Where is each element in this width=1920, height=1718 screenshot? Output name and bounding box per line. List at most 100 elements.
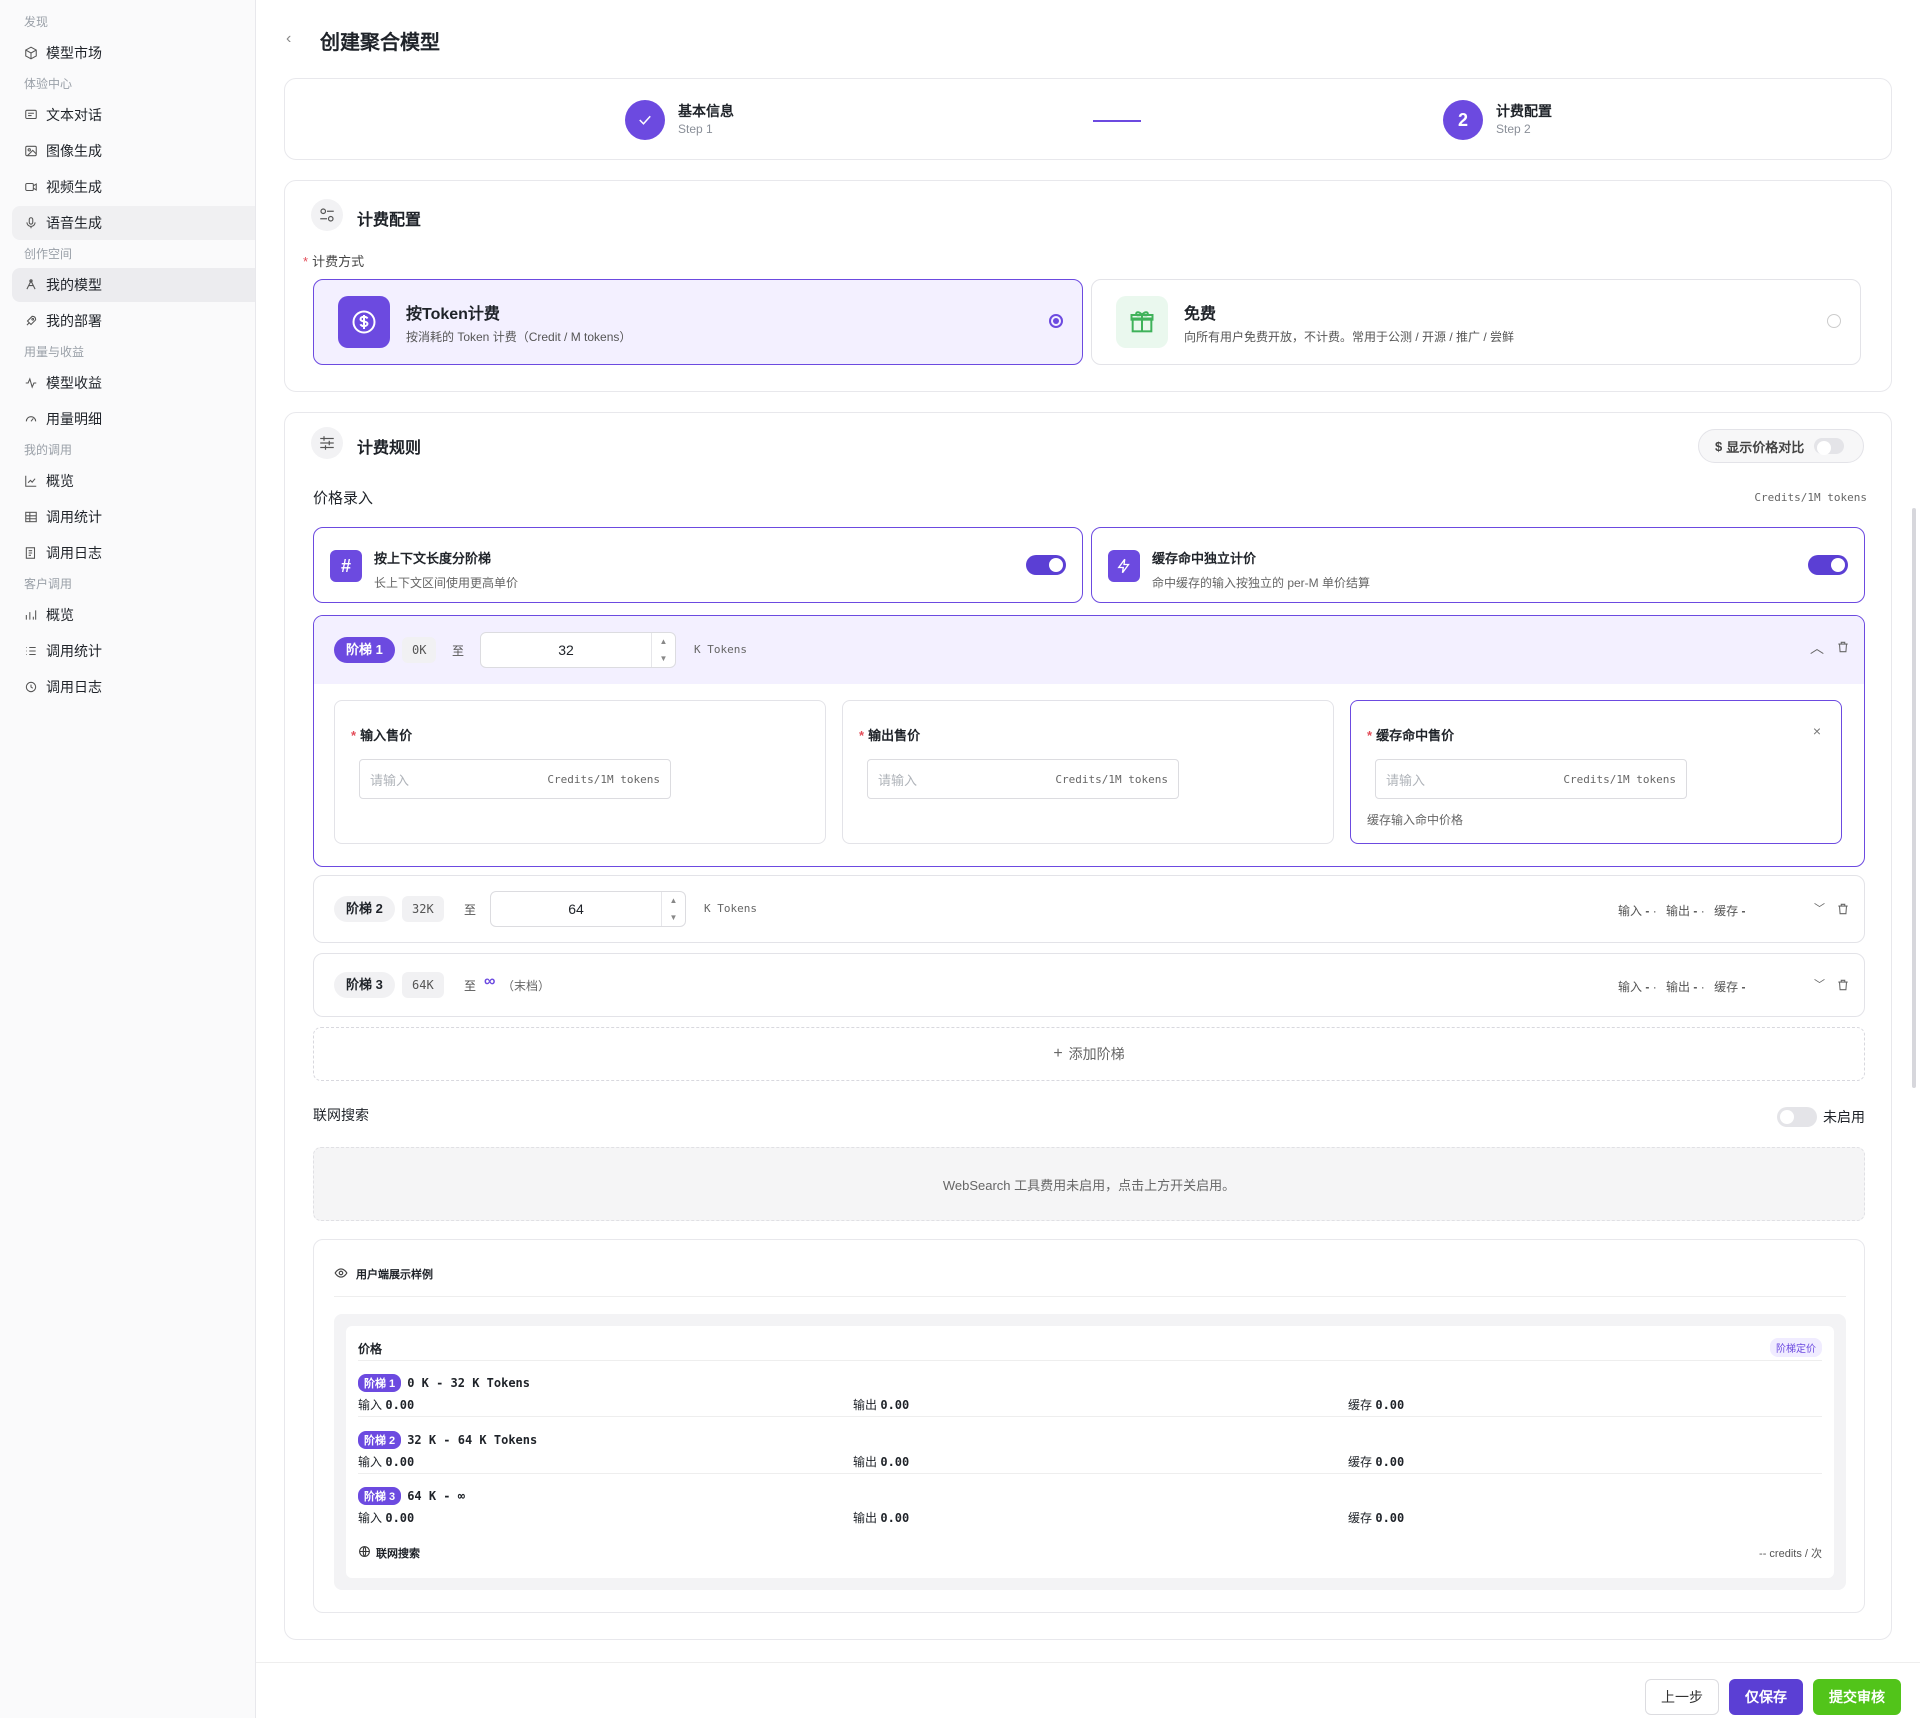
feature-context-tier[interactable]: # 按上下文长度分阶梯 长上下文区间使用更高单价: [313, 527, 1083, 603]
prev-button[interactable]: 上一步: [1645, 1679, 1719, 1715]
websearch-switch[interactable]: [1777, 1107, 1817, 1127]
tier-3-expand-icon[interactable]: ﹀: [1814, 976, 1825, 992]
tier-1-delete-icon[interactable]: [1836, 640, 1850, 657]
input-price-field[interactable]: 请输入 Credits/1M tokens: [359, 759, 671, 799]
chart-icon: [24, 474, 38, 488]
billing-method-label: * 计费方式: [303, 254, 365, 269]
sidebar-item[interactable]: 模型市场: [12, 36, 255, 70]
sidebar-item[interactable]: 我的模型: [12, 268, 255, 302]
add-tier-label: 添加阶梯: [1068, 1046, 1125, 1062]
tier-2-to: 至: [464, 903, 477, 917]
sidebar-item-label: 模型收益: [46, 375, 102, 391]
model-icon: [24, 278, 38, 292]
tier-2-stepper[interactable]: ▲ ▼: [661, 892, 685, 926]
log-icon: [24, 546, 38, 560]
sidebar-item[interactable]: 用量明细: [12, 402, 255, 436]
page-title: 创建聚合模型: [320, 32, 440, 54]
tier-2-unit: K Tokens: [704, 902, 757, 915]
scrollbar[interactable]: [1912, 508, 1916, 1088]
sidebar-item-label: 调用日志: [46, 545, 102, 561]
cache-price-field[interactable]: 请输入 Credits/1M tokens: [1375, 759, 1687, 799]
tier-3-summary: 输入 - · 输出 - · 缓存 -: [1618, 980, 1746, 994]
sidebar-item[interactable]: 文本对话: [12, 98, 255, 132]
feature-cache-switch[interactable]: [1808, 555, 1848, 575]
preview-row-3-cache: 缓存 0.00: [1348, 1511, 1405, 1525]
feature-context-switch[interactable]: [1026, 555, 1066, 575]
dollar-icon: [338, 296, 390, 348]
preview-websearch-label: 联网搜索: [376, 1548, 420, 1560]
preview-row-2-cache: 缓存 0.00: [1348, 1455, 1405, 1469]
output-price-label: * 输出售价: [859, 728, 921, 743]
video-icon: [24, 180, 38, 194]
step-2-sub: Step 2: [1496, 122, 1531, 136]
adjust-icon: [311, 427, 343, 459]
price-compare-toggle[interactable]: $ 显示价格对比: [1698, 429, 1864, 463]
sliders-icon: [311, 199, 343, 231]
sidebar-item-label: 概览: [46, 607, 74, 623]
tier-3-row[interactable]: 阶梯 3 64K 至 ∞ （末档） 输入 - · 输出 - · 缓存 - ﹀: [313, 953, 1865, 1017]
sidebar-item[interactable]: 概览: [12, 464, 255, 498]
tier-2-row[interactable]: 阶梯 2 32K 至 64 ▲ ▼ K Tokens 输入 - · 输出 - · …: [313, 875, 1865, 943]
sidebar-item-label: 概览: [46, 473, 74, 489]
option-token-billing[interactable]: 按Token计费 按消耗的 Token 计费（Credit / M tokens…: [313, 279, 1083, 365]
sidebar-item-label: 调用日志: [46, 679, 102, 695]
plus-icon: +: [1053, 1045, 1063, 1062]
sidebar-item[interactable]: 调用统计: [12, 634, 255, 668]
tier-2-badge: 阶梯 2: [334, 896, 395, 922]
tier-3-start: 64K: [402, 972, 444, 998]
preview-row-1-cache: 缓存 0.00: [1348, 1398, 1405, 1412]
sidebar-item-label: 视频生成: [46, 179, 102, 195]
tier-2-delete-icon[interactable]: [1836, 902, 1850, 919]
clock-icon: [24, 680, 38, 694]
sidebar-item[interactable]: 调用日志: [12, 536, 255, 570]
tier-3-infinity: ∞: [484, 973, 496, 990]
feature-context-desc: 长上下文区间使用更高单价: [374, 576, 519, 590]
sidebar-group-label: 体验中心: [24, 77, 73, 91]
cache-price-card: * 缓存命中售价 × 请输入 Credits/1M tokens 缓存输入命中价格: [1350, 700, 1842, 844]
submit-button[interactable]: 提交审核: [1813, 1679, 1901, 1715]
back-chevron-icon[interactable]: ‹: [286, 30, 291, 48]
sidebar-item[interactable]: 我的部署: [12, 304, 255, 338]
tier-1-panel: 阶梯 1 0K 至 32 ▲ ▼ K Tokens ︿ * 输入售价 请输入 Cred…: [313, 615, 1865, 867]
sidebar-item[interactable]: 模型收益: [12, 366, 255, 400]
tier-1-stepper[interactable]: ▲ ▼: [651, 633, 675, 667]
chat-icon: [24, 108, 38, 122]
tier-2-expand-icon[interactable]: ﹀: [1814, 900, 1825, 916]
close-icon[interactable]: ×: [1813, 723, 1821, 739]
sidebar-item[interactable]: 概览: [12, 598, 255, 632]
tier-2-start: 32K: [402, 896, 444, 922]
option-token-title: 按Token计费: [406, 306, 500, 323]
add-tier-button[interactable]: + 添加阶梯: [313, 1027, 1865, 1081]
tier-1-end-input[interactable]: 32 ▲ ▼: [480, 632, 676, 668]
sidebar-item[interactable]: 调用统计: [12, 500, 255, 534]
tier-3-tail: （末档）: [502, 979, 551, 993]
output-price-field[interactable]: 请输入 Credits/1M tokens: [867, 759, 1179, 799]
preview-divider-2: [358, 1360, 1822, 1361]
save-button[interactable]: 仅保存: [1729, 1679, 1803, 1715]
price-compare-label: 显示价格对比: [1726, 439, 1805, 455]
preview-row-2-in: 输入 0.00: [358, 1455, 415, 1469]
sidebar-item[interactable]: 图像生成: [12, 134, 255, 168]
sidebar-item[interactable]: 调用日志: [12, 670, 255, 704]
price-entry-label: 价格录入: [313, 490, 374, 507]
price-compare-switch[interactable]: [1814, 438, 1845, 455]
feature-cache-pricing[interactable]: 缓存命中独立计价 命中缓存的输入按独立的 per-M 单价结算: [1091, 527, 1865, 603]
tier-2-end-input[interactable]: 64 ▲ ▼: [490, 891, 686, 927]
bolt-icon: [1108, 550, 1140, 582]
main-area: ‹ 创建聚合模型 基本信息 Step 1 2 计费配置 Step 2 计费配置 …: [256, 0, 1920, 1718]
preview-title: 用户端展示样例: [356, 1269, 433, 1281]
preview-row-3-out: 输出 0.00: [853, 1511, 910, 1525]
gauge-icon: [24, 412, 38, 426]
option-free[interactable]: 免费 向所有用户免费开放，不计费。常用于公测 / 开源 / 推广 / 尝鲜: [1091, 279, 1861, 365]
tier-3-delete-icon[interactable]: [1836, 978, 1850, 995]
table-icon: [24, 510, 38, 524]
image-icon: [24, 144, 38, 158]
sidebar-item-label: 语音生成: [46, 215, 102, 231]
sidebar-item[interactable]: 语音生成: [12, 206, 255, 240]
preview-row-2-title: 阶梯 2 32 K - 64 K Tokens: [358, 1431, 537, 1449]
sidebar-item[interactable]: 视频生成: [12, 170, 255, 204]
list-icon: [24, 644, 38, 658]
option-token-radio[interactable]: [1049, 314, 1063, 328]
collapse-chevron-icon[interactable]: ︿: [1810, 638, 1824, 658]
option-free-radio[interactable]: [1827, 314, 1841, 328]
